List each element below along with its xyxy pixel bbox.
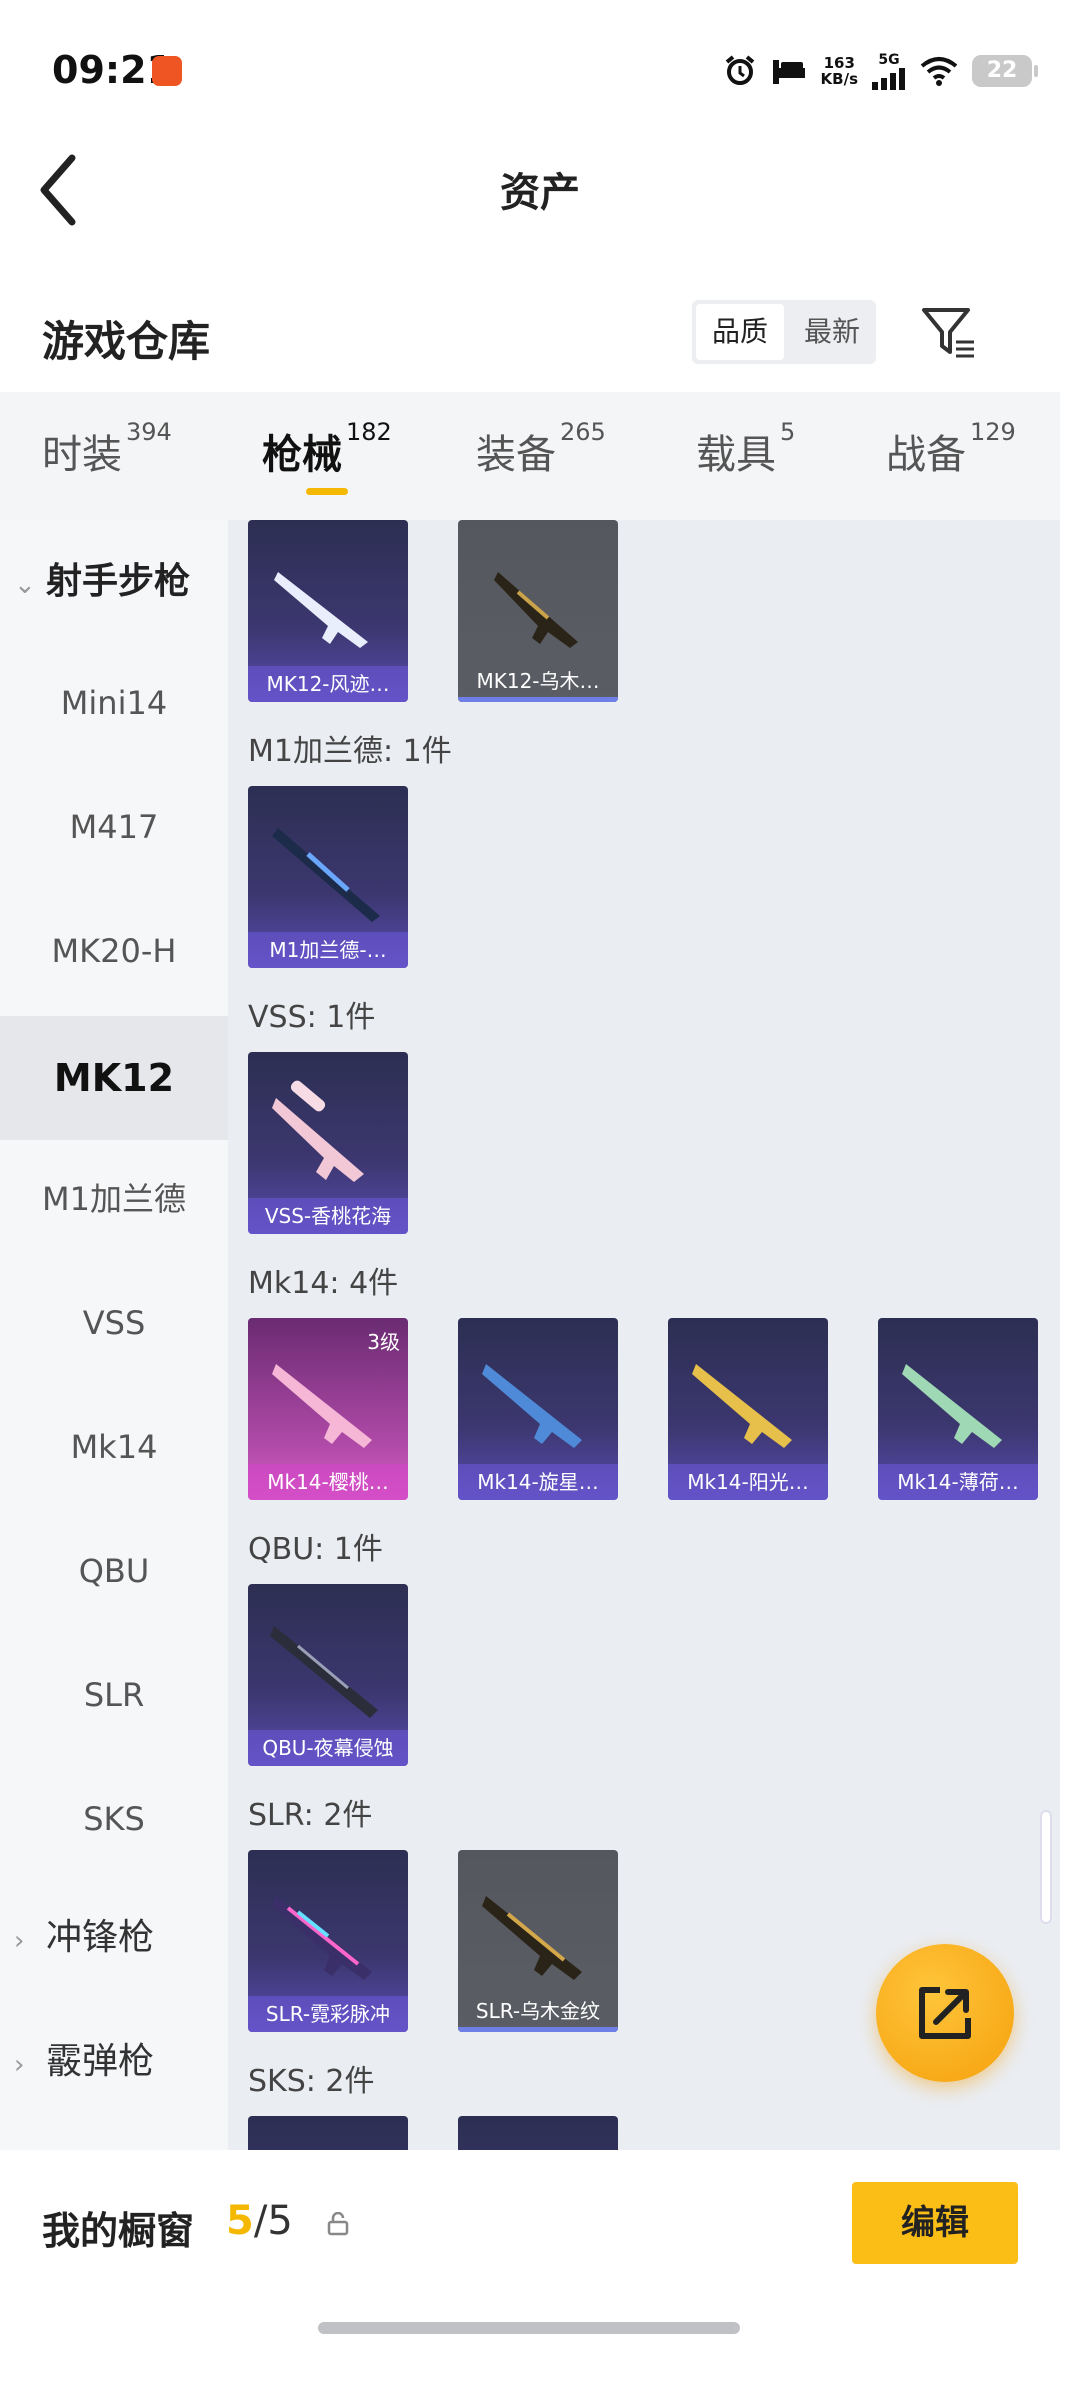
sidebar-item-mk20h[interactable]: MK20-H: [0, 896, 228, 1006]
weapon-card[interactable]: VSS-香桃花海: [248, 1052, 408, 1234]
rifle-icon: [272, 1364, 372, 1448]
rifle-icon: [902, 1364, 1002, 1448]
weapon-card[interactable]: M1加兰德-…: [248, 786, 408, 968]
weapon-grid: MK12-风迹… MK12-乌木… M1加兰德: 1件 M1加兰德-… VSS:…: [228, 520, 1060, 2150]
rifle-icon: [272, 1080, 364, 1182]
sort-option-latest[interactable]: 最新: [788, 300, 876, 364]
tab-supplies[interactable]: 战备 129: [886, 418, 1016, 480]
showcase-label: 我的橱窗: [42, 2209, 195, 2253]
sidebar-item-vss[interactable]: VSS: [0, 1268, 228, 1378]
share-icon: [919, 1987, 971, 2039]
rifle-icon: [272, 828, 380, 922]
sleep-mode-icon: [772, 60, 805, 84]
rifle-icon: [270, 1626, 378, 1718]
chevron-right-icon: ›: [14, 1926, 25, 1956]
status-icons: 163 KB/s 5G 22: [723, 52, 1038, 90]
bottom-bar: 我的橱窗 5/5 编辑: [0, 2150, 1080, 2300]
weapon-card[interactable]: Mk14-旋星…: [458, 1318, 618, 1500]
chevron-right-icon: ›: [14, 2050, 25, 2080]
rifle-icon: [274, 572, 368, 648]
weapon-card[interactable]: MK12-风迹…: [248, 520, 408, 702]
notification-app-icon: [152, 56, 182, 86]
rifle-icon: [482, 1896, 582, 1980]
scrollbar-thumb[interactable]: [1040, 1810, 1052, 1924]
rifle-icon: [692, 1364, 792, 1448]
edit-button[interactable]: 编辑: [852, 2182, 1018, 2264]
lock-icon: [327, 2212, 349, 2236]
rifle-icon: [494, 572, 578, 648]
tab-equipment[interactable]: 装备 265: [476, 418, 606, 480]
weapon-card[interactable]: [248, 2116, 408, 2150]
filter-icon[interactable]: [918, 302, 978, 362]
sort-option-quality[interactable]: 品质: [696, 304, 784, 360]
group-label: SKS: 2件: [248, 2064, 375, 2099]
weapon-card[interactable]: Mk14-薄荷…: [878, 1318, 1038, 1500]
level-badge: 3级: [367, 1330, 400, 1354]
weapon-card[interactable]: QBU-夜幕侵蚀: [248, 1584, 408, 1766]
weapon-card[interactable]: [458, 2116, 618, 2150]
weapon-card[interactable]: SLR-乌木金纹: [458, 1850, 618, 2032]
group-label: QBU: 1件: [248, 1532, 383, 1567]
battery-indicator: 22: [972, 55, 1038, 87]
weapon-sidebar: ⌄ 射手步枪 Mini14 M417 MK20-H MK12 M1加兰德 VSS …: [0, 520, 228, 2150]
chevron-down-icon: ⌄: [14, 570, 36, 600]
tab-fashion[interactable]: 时装 394: [42, 418, 172, 480]
sidebar-category-marksman[interactable]: ⌄ 射手步枪: [14, 542, 190, 622]
weapon-card[interactable]: SLR-霓彩脉冲: [248, 1850, 408, 2032]
rifle-icon: [482, 1364, 582, 1448]
sidebar-item-m417[interactable]: M417: [0, 772, 228, 882]
tab-vehicles[interactable]: 载具 5: [696, 418, 795, 480]
status-bar: 09:21 163 KB/s 5G 22: [0, 0, 1080, 140]
weapon-card[interactable]: Mk14-阳光…: [668, 1318, 828, 1500]
weapon-card[interactable]: 3级 Mk14-樱桃…: [248, 1318, 408, 1500]
signal-5g: 5G: [872, 52, 906, 90]
sidebar-item-mk14[interactable]: Mk14: [0, 1392, 228, 1502]
sort-toggle: 品质 最新: [692, 300, 876, 364]
net-speed: 163 KB/s: [820, 54, 858, 88]
home-indicator[interactable]: [318, 2322, 740, 2334]
group-label: Mk14: 4件: [248, 1266, 399, 1301]
warehouse-title: 游戏仓库: [42, 317, 211, 366]
category-tabs: 时装 394 枪械 182 装备 265 载具 5 战备 129: [0, 392, 1060, 520]
rifle-icon: [272, 1896, 372, 1980]
sidebar-item-slr[interactable]: SLR: [0, 1640, 228, 1750]
sidebar-item-mk12[interactable]: MK12: [0, 1016, 228, 1140]
sidebar-item-mini14[interactable]: Mini14: [0, 648, 228, 758]
group-label: SLR: 2件: [248, 1798, 373, 1833]
tab-guns[interactable]: 枪械 182: [262, 418, 392, 480]
group-label: VSS: 1件: [248, 1000, 376, 1035]
sidebar-item-qbu[interactable]: QBU: [0, 1516, 228, 1626]
showcase-count: 5/5: [226, 2198, 293, 2244]
sidebar-category-shotgun[interactable]: › 霰弹枪: [14, 2022, 154, 2102]
share-button[interactable]: [876, 1944, 1014, 2082]
group-label: M1加兰德: 1件: [248, 734, 452, 769]
sidebar-item-sks[interactable]: SKS: [0, 1764, 228, 1874]
signal-icon: [872, 68, 905, 90]
weapon-card[interactable]: MK12-乌木…: [458, 520, 618, 702]
warehouse-header: 游戏仓库 品质 最新: [0, 280, 1080, 390]
sidebar-category-smg[interactable]: › 冲锋枪: [14, 1898, 154, 1978]
active-tab-indicator: [306, 488, 348, 495]
nav-bar: 资产: [0, 130, 1080, 250]
alarm-icon: [725, 55, 754, 85]
page-title: 资产: [500, 170, 580, 216]
wifi-icon: [920, 57, 958, 86]
sidebar-item-m1garand[interactable]: M1加兰德: [0, 1144, 228, 1254]
